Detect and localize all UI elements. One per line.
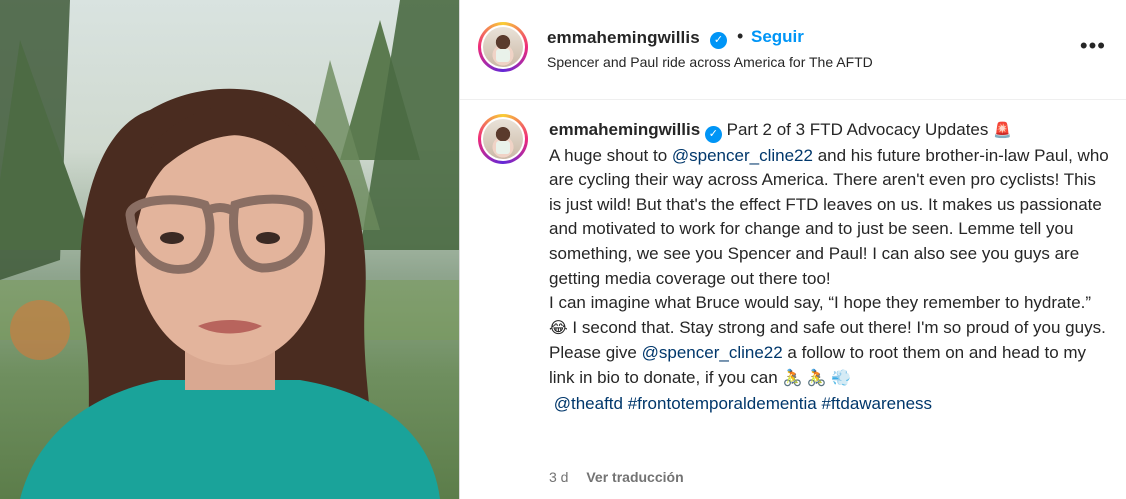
- hashtag-link[interactable]: @theaftd: [554, 394, 623, 413]
- mention-link[interactable]: @spencer_cline22: [642, 343, 783, 362]
- hashtag-link[interactable]: #ftdawareness: [821, 394, 932, 413]
- caption-avatar[interactable]: [478, 114, 528, 164]
- post-media[interactable]: [0, 0, 459, 499]
- video-frame-image: [0, 0, 459, 499]
- post-header: emmahemingwillis ✓ • Seguir Spencer and …: [460, 0, 1126, 100]
- siren-emoji-icon: 🚨: [993, 122, 1012, 139]
- caption-verified-badge-icon: ✓: [704, 126, 722, 143]
- verified-badge-icon: ✓: [710, 28, 727, 49]
- caption-text: A huge shout to: [549, 145, 672, 165]
- follow-button[interactable]: Seguir: [751, 27, 804, 47]
- mention-link[interactable]: @spencer_cline22: [672, 146, 813, 165]
- caption-heading: Part 2 of 3 FTD Advocacy Updates: [726, 120, 989, 139]
- caption-username[interactable]: emmahemingwillis: [549, 120, 700, 139]
- more-options-icon[interactable]: •••: [1080, 35, 1106, 57]
- laughing-emoji-icon: 😂: [549, 319, 568, 337]
- separator-dot: •: [737, 26, 744, 46]
- profile-avatar[interactable]: [478, 22, 528, 72]
- caption-text: I can imagine what Bruce would say, “I h…: [549, 293, 1092, 313]
- post-caption: emmahemingwillis ✓ Part 2 of 3 FTD Advoc…: [549, 118, 1109, 416]
- post-subtitle: Spencer and Paul ride across America for…: [547, 54, 873, 70]
- hashtag-link[interactable]: #frontotemporaldementia: [628, 394, 817, 413]
- translate-button[interactable]: Ver traducción: [586, 469, 683, 485]
- header-username[interactable]: emmahemingwillis: [547, 28, 700, 48]
- caption-text: I second that. Stay strong and safe out …: [567, 317, 1106, 337]
- cyclist-emoji-icon: 🚴 🚴 💨: [782, 369, 852, 387]
- post-time: 3 d: [549, 469, 569, 485]
- caption-text: Please give: [549, 343, 642, 363]
- caption-text: and his future brother-in-law Paul, who …: [549, 145, 1109, 288]
- post-meta: 3 d Ver traducción: [549, 469, 684, 485]
